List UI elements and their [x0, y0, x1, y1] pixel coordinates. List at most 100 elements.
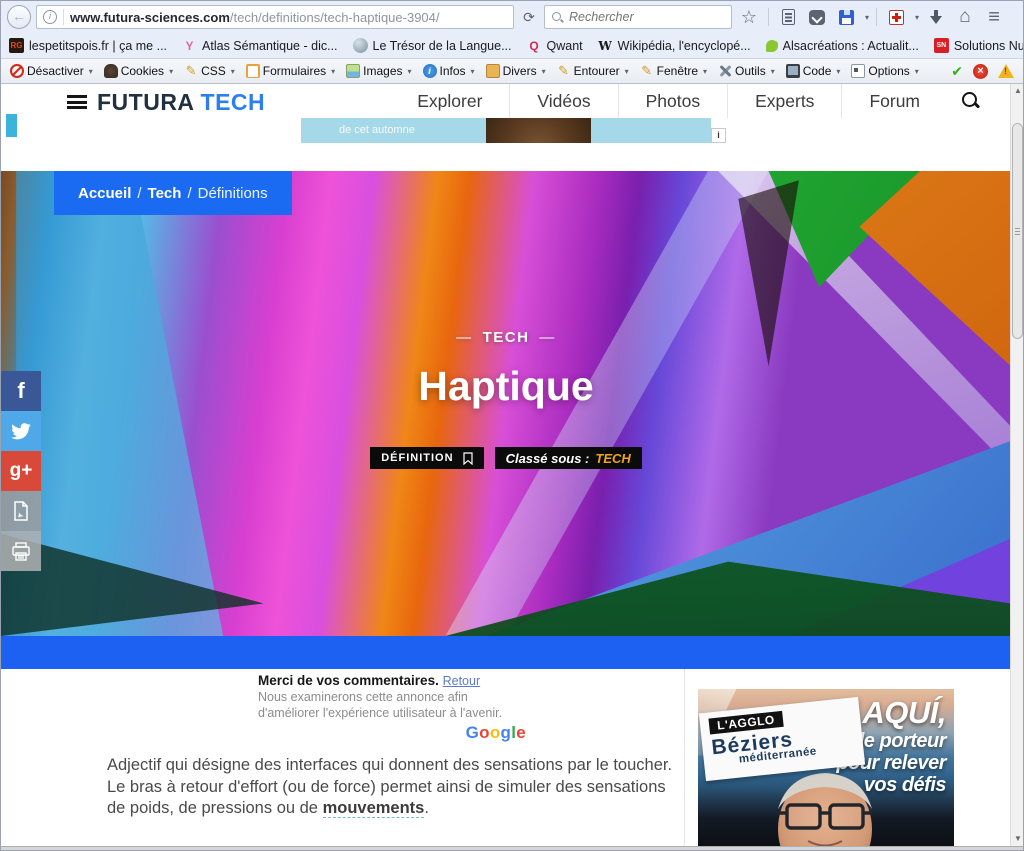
- save-page-button[interactable]: [834, 5, 858, 29]
- feedback-retour-link[interactable]: Retour: [443, 674, 481, 688]
- back-button[interactable]: ←: [7, 5, 31, 29]
- devtoolbar-item-outils[interactable]: Outils▾: [714, 64, 779, 78]
- url-bar[interactable]: i www.futura-sciences.com/tech/definitio…: [36, 5, 514, 29]
- bookmark-item-wikipedia[interactable]: WWikipédia, l'encyclopé...: [598, 38, 751, 53]
- ad-text: de cet automne: [339, 124, 415, 136]
- site-menu-icon[interactable]: [67, 95, 87, 109]
- toolbar-separator: [876, 8, 877, 26]
- save-dropdown-caret[interactable]: ▾: [865, 13, 869, 22]
- logo-futura: FUTURA: [97, 89, 195, 115]
- bookmark-item-atlas[interactable]: YAtlas Sémantique - dic...: [182, 38, 337, 53]
- share-facebook-button[interactable]: f: [1, 371, 41, 411]
- box-icon: [486, 64, 500, 78]
- ad-portrait: [750, 767, 900, 846]
- site-info-icon[interactable]: i: [43, 10, 57, 24]
- qwant-favicon: Q: [527, 38, 542, 53]
- validation-check-icon[interactable]: ✔: [951, 63, 963, 80]
- bookmarks-toolbar: RGlespetitspois.fr | ça me ... YAtlas Sé…: [1, 33, 1023, 58]
- bookmarks-menu-button[interactable]: [776, 5, 800, 29]
- feedback-thanks-text: Merci de vos commentaires.: [258, 673, 439, 688]
- ad-image-fragment: [486, 118, 591, 143]
- nav-item-forum[interactable]: Forum: [841, 84, 947, 118]
- breadcrumb-accueil[interactable]: Accueil: [78, 185, 131, 202]
- bookmark-label: Atlas Sémantique - dic...: [202, 39, 337, 53]
- kicker-dash: —: [456, 329, 473, 346]
- devtoolbar-item-code[interactable]: Code▾: [782, 64, 845, 78]
- solutions-favicon: SN: [934, 38, 949, 53]
- vertical-scrollbar[interactable]: ▲ ▼: [1010, 84, 1024, 846]
- scroll-up-arrow[interactable]: ▲: [1011, 84, 1024, 98]
- addon-dropdown-caret[interactable]: ▾: [915, 13, 919, 22]
- article-content: Merci de vos commentaires. Retour Nous e…: [1, 669, 1011, 846]
- addon-health-button[interactable]: [884, 5, 908, 29]
- reload-button[interactable]: ⟳: [519, 7, 539, 27]
- devtoolbar-item-formulaires[interactable]: Formulaires▾: [242, 64, 339, 78]
- classed-value-tech[interactable]: TECH: [595, 451, 630, 466]
- bookmark-item-tresor[interactable]: Le Trésor de la Langue...: [353, 38, 512, 53]
- error-cross-icon[interactable]: ×: [973, 64, 988, 79]
- nav-item-experts[interactable]: Experts: [727, 84, 841, 118]
- bookmark-label: lespetitspois.fr | ça me ...: [29, 39, 167, 53]
- scrollbar-thumb[interactable]: [1012, 123, 1023, 339]
- devtoolbar-label: Infos: [440, 64, 466, 78]
- bookmark-item-qwant[interactable]: QQwant: [527, 38, 583, 53]
- search-icon: [551, 11, 564, 24]
- url-separator: [63, 9, 64, 25]
- definition-badge[interactable]: DÉFINITION: [370, 447, 483, 469]
- ad-info-button[interactable]: i: [711, 128, 726, 143]
- devtoolbar-item-images[interactable]: Images▾: [342, 64, 415, 78]
- dropdown-caret-icon: ▾: [542, 67, 546, 76]
- devtoolbar-item-fenetre[interactable]: ✎Fenêtre▾: [636, 64, 711, 78]
- wikipedia-favicon: W: [598, 38, 613, 53]
- nav-item-photos[interactable]: Photos: [618, 84, 727, 118]
- url-path: /tech/definitions/tech-haptique-3904/: [230, 10, 440, 25]
- devtoolbar-item-entourer[interactable]: ✎Entourer▾: [553, 64, 633, 78]
- breadcrumb-tech[interactable]: Tech: [148, 185, 182, 202]
- mouvements-link[interactable]: mouvements: [323, 799, 425, 818]
- dropdown-caret-icon: ▾: [331, 67, 335, 76]
- home-button[interactable]: ⌂: [953, 5, 977, 29]
- pocket-button[interactable]: [805, 5, 829, 29]
- printer-icon: [11, 542, 31, 561]
- share-googleplus-button[interactable]: g+: [1, 451, 41, 491]
- classed-under-badge[interactable]: Classé sous : TECH: [495, 447, 642, 469]
- sidebar-ad[interactable]: AQUÍ, le souffle porteur pour relever vo…: [698, 689, 954, 846]
- bookmark-item-lespetitspois[interactable]: RGlespetitspois.fr | ça me ...: [9, 38, 167, 53]
- devtoolbar-item-cookies[interactable]: Cookies▾: [100, 64, 177, 78]
- bookmark-item-alsacreations[interactable]: Alsacréations : Actualit...: [766, 39, 919, 53]
- devtoolbar-item-options[interactable]: Options▾: [847, 64, 922, 78]
- pencil-icon: ✎: [184, 64, 198, 78]
- menu-button[interactable]: ≡: [982, 5, 1006, 29]
- download-pdf-button[interactable]: [1, 491, 41, 531]
- dropdown-caret-icon: ▾: [625, 67, 629, 76]
- nav-item-explorer[interactable]: Explorer: [390, 84, 509, 118]
- bookmark-star-button[interactable]: ☆: [737, 5, 761, 29]
- scroll-down-arrow[interactable]: ▼: [1011, 832, 1024, 846]
- devtoolbar-item-infos[interactable]: iInfos▾: [419, 64, 479, 78]
- search-input[interactable]: [569, 10, 699, 24]
- dropdown-caret-icon: ▾: [471, 67, 475, 76]
- print-button[interactable]: [1, 531, 41, 571]
- breadcrumb-separator: /: [187, 185, 191, 202]
- bookmark-label: Le Trésor de la Langue...: [373, 39, 512, 53]
- pocket-icon: [809, 10, 825, 25]
- site-logo[interactable]: FUTURATECH: [97, 89, 265, 116]
- devtoolbar-item-css[interactable]: ✎CSS▾: [180, 64, 239, 78]
- downloads-button[interactable]: [924, 5, 948, 29]
- warning-triangle-icon[interactable]: !: [998, 64, 1014, 78]
- bookmark-item-solutions[interactable]: SNSolutions Numériques ...: [934, 38, 1024, 53]
- devtoolbar-item-desactiver[interactable]: Désactiver▾: [6, 64, 97, 78]
- window-bottom-edge: [1, 846, 1024, 851]
- devtoolbar-label: Entourer: [574, 64, 620, 78]
- browser-window: ← i www.futura-sciences.com/tech/definit…: [0, 0, 1024, 851]
- top-ad-banner[interactable]: de cet automne i: [301, 118, 711, 143]
- twitter-bird-icon: [11, 423, 31, 440]
- share-twitter-button[interactable]: [1, 411, 41, 451]
- dropdown-caret-icon: ▾: [89, 67, 93, 76]
- site-search-icon[interactable]: [961, 91, 981, 111]
- search-bar[interactable]: [544, 5, 732, 29]
- devtoolbar-label: CSS: [201, 64, 226, 78]
- hero-banner: Accueil / Tech / Définitions —TECH— Hapt…: [1, 171, 1011, 636]
- nav-item-videos[interactable]: Vidéos: [509, 84, 617, 118]
- devtoolbar-item-divers[interactable]: Divers▾: [482, 64, 550, 78]
